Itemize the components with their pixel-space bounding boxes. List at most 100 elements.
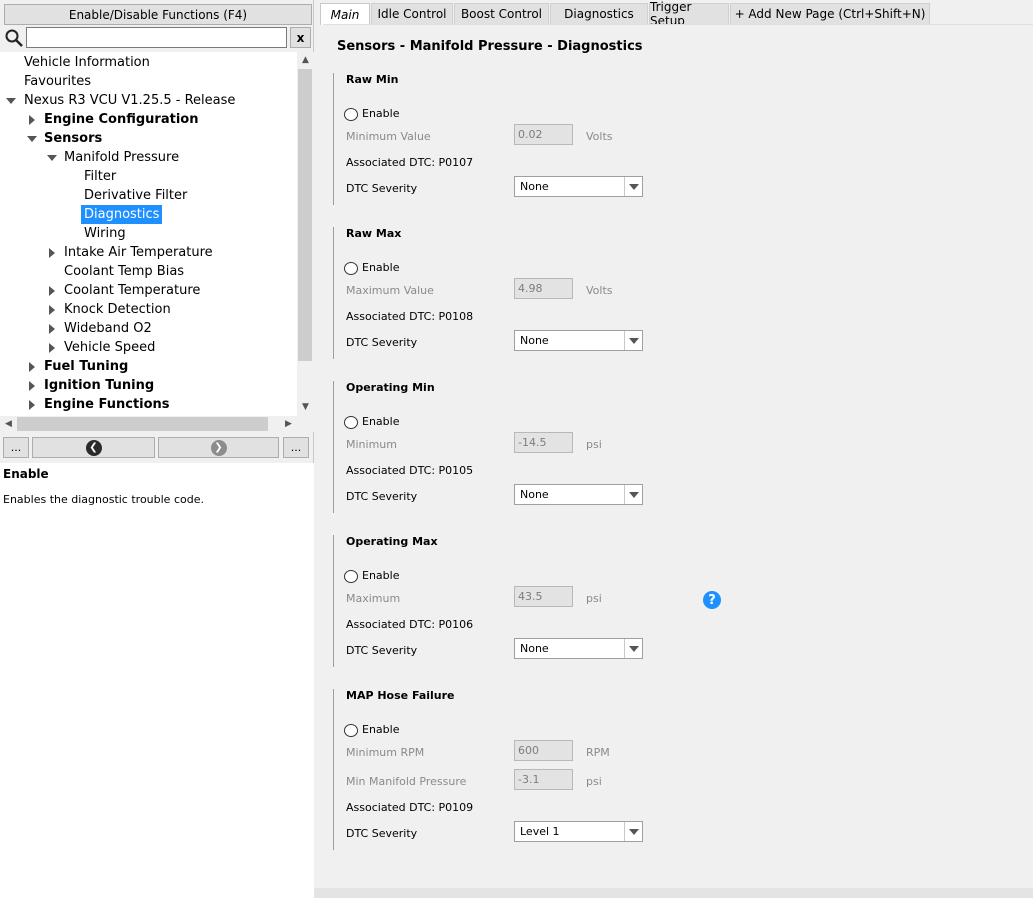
tab[interactable]: Diagnostics — [550, 3, 648, 24]
expand-arrow-icon[interactable] — [27, 110, 37, 129]
collapse-arrow-icon[interactable] — [6, 91, 16, 110]
tree-item[interactable]: Engine Configuration — [44, 110, 198, 129]
enable-label[interactable]: Enable — [362, 415, 399, 428]
tree-vertical-scrollbar[interactable]: ▲ ▼ — [297, 52, 314, 416]
section-title: Operating Min — [346, 381, 435, 394]
enable-label[interactable]: Enable — [362, 723, 399, 736]
expand-arrow-icon[interactable] — [47, 338, 57, 357]
value-field[interactable]: -3.1 — [514, 769, 573, 790]
tree-item[interactable]: Vehicle Speed — [64, 338, 155, 357]
enable-radio[interactable] — [344, 108, 358, 121]
tree-item[interactable]: Ignition Tuning — [44, 376, 154, 395]
value-field[interactable]: 600 — [514, 740, 573, 761]
dropdown-value: None — [520, 180, 549, 193]
horizontal-scroll-thumb[interactable] — [17, 417, 268, 431]
dtc-severity-label: DTC Severity — [346, 490, 418, 503]
chevron-down-icon[interactable] — [624, 177, 642, 196]
navigation-tree[interactable]: Vehicle Information Favourites Nexus R3 VC… — [0, 52, 297, 416]
chevron-down-icon[interactable] — [624, 331, 642, 350]
dtc-severity-label: DTC Severity — [346, 182, 418, 195]
expand-arrow-icon[interactable] — [47, 300, 57, 319]
collapse-arrow-icon[interactable] — [47, 148, 57, 167]
clear-search-button[interactable]: x — [290, 27, 311, 48]
tab[interactable]: Trigger Setup — [649, 0, 729, 28]
scroll-thumb[interactable] — [298, 69, 312, 361]
dtc-severity-dropdown[interactable]: None — [514, 638, 643, 659]
tree-item[interactable]: Filter — [84, 167, 116, 186]
tab[interactable]: + Add New Page (Ctrl+Shift+N) — [730, 3, 930, 24]
value-field[interactable]: 4.98 — [514, 278, 573, 299]
unit-label: Volts — [586, 284, 613, 297]
search-input[interactable] — [26, 27, 287, 48]
dtc-severity-label: DTC Severity — [346, 827, 418, 840]
value-field[interactable]: -14.5 — [514, 432, 573, 453]
associated-dtc-label: Associated DTC: P0105 — [346, 464, 474, 477]
value-field[interactable]: 0.02 — [514, 124, 573, 145]
enable-disable-functions-button[interactable]: Enable/Disable Functions (F4) — [4, 4, 312, 25]
scroll-up-icon[interactable]: ▲ — [297, 52, 314, 69]
scroll-right-icon[interactable]: ▶ — [280, 416, 297, 432]
expand-arrow-icon[interactable] — [27, 357, 37, 376]
tree-item[interactable]: Coolant Temp Bias — [64, 262, 184, 281]
associated-dtc-label: Associated DTC: P0107 — [346, 156, 474, 169]
section-title: MAP Hose Failure — [346, 689, 455, 702]
tree-item[interactable]: Wiring — [84, 224, 126, 243]
forward-arrow-icon: ❯ — [210, 439, 227, 456]
enable-label[interactable]: Enable — [362, 261, 399, 274]
dtc-severity-dropdown[interactable]: None — [514, 176, 643, 197]
tree-item[interactable]: Derivative Filter — [84, 186, 187, 205]
scroll-left-icon[interactable]: ◀ — [0, 416, 17, 432]
enable-radio[interactable] — [344, 570, 358, 583]
dtc-severity-dropdown[interactable]: Level 1 — [514, 821, 643, 842]
dropdown-value: None — [520, 488, 549, 501]
scroll-down-icon[interactable]: ▼ — [297, 399, 314, 416]
help-icon[interactable]: ? — [703, 591, 721, 609]
scroll-corner — [297, 416, 314, 432]
tree-item[interactable]: Nexus R3 VCU V1.25.5 - Release — [24, 91, 235, 110]
field-label: Minimum RPM — [346, 746, 425, 759]
enable-label[interactable]: Enable — [362, 107, 399, 120]
chevron-down-icon[interactable] — [624, 822, 642, 841]
left-panel: Enable/Disable Functions (F4) x Vehicle … — [0, 0, 314, 898]
tree-item[interactable]: Manifold Pressure — [64, 148, 179, 167]
enable-radio[interactable] — [344, 416, 358, 429]
tab[interactable]: Idle Control — [371, 3, 453, 24]
enable-radio[interactable] — [344, 724, 358, 737]
tab[interactable]: Main — [320, 3, 370, 25]
unit-label: psi — [586, 438, 602, 451]
tree-item[interactable]: Intake Air Temperature — [64, 243, 213, 262]
chevron-down-icon[interactable] — [624, 639, 642, 658]
expand-arrow-icon[interactable] — [47, 319, 57, 338]
tree-item[interactable]: Sensors — [44, 129, 102, 148]
tree-item[interactable]: Wideband O2 — [64, 319, 152, 338]
tree-item[interactable]: Vehicle Information — [24, 53, 150, 72]
more-right-button[interactable]: ... — [283, 437, 309, 458]
tree-item[interactable]: Diagnostics — [81, 205, 163, 224]
enable-label[interactable]: Enable — [362, 569, 399, 582]
tree-item[interactable]: Knock Detection — [64, 300, 171, 319]
dtc-severity-dropdown[interactable]: None — [514, 484, 643, 505]
expand-arrow-icon[interactable] — [27, 395, 37, 414]
tree-item[interactable]: Favourites — [24, 72, 91, 91]
back-button[interactable]: ❮ — [32, 437, 155, 458]
field-label: Min Manifold Pressure — [346, 775, 467, 788]
tree-item[interactable]: Engine Functions — [44, 395, 170, 414]
expand-arrow-icon[interactable] — [47, 281, 57, 300]
forward-button[interactable]: ❯ — [158, 437, 279, 458]
section-title: Operating Max — [346, 535, 438, 548]
enable-radio[interactable] — [344, 262, 358, 275]
tree-horizontal-scrollbar[interactable]: ◀ ▶ — [0, 416, 297, 432]
chevron-down-icon[interactable] — [624, 485, 642, 504]
dtc-severity-dropdown[interactable]: None — [514, 330, 643, 351]
more-left-button[interactable]: ... — [3, 437, 29, 458]
help-text: Enables the diagnostic trouble code. — [3, 493, 204, 506]
dropdown-value: Level 1 — [520, 825, 560, 838]
expand-arrow-icon[interactable] — [47, 243, 57, 262]
collapse-arrow-icon[interactable] — [27, 129, 37, 148]
tree-item[interactable]: Fuel Tuning — [44, 357, 128, 376]
tree-item[interactable]: Coolant Temperature — [64, 281, 200, 300]
tab[interactable]: Boost Control — [454, 3, 549, 24]
field-label: Minimum — [346, 438, 397, 451]
expand-arrow-icon[interactable] — [27, 376, 37, 395]
value-field[interactable]: 43.5 — [514, 586, 573, 607]
